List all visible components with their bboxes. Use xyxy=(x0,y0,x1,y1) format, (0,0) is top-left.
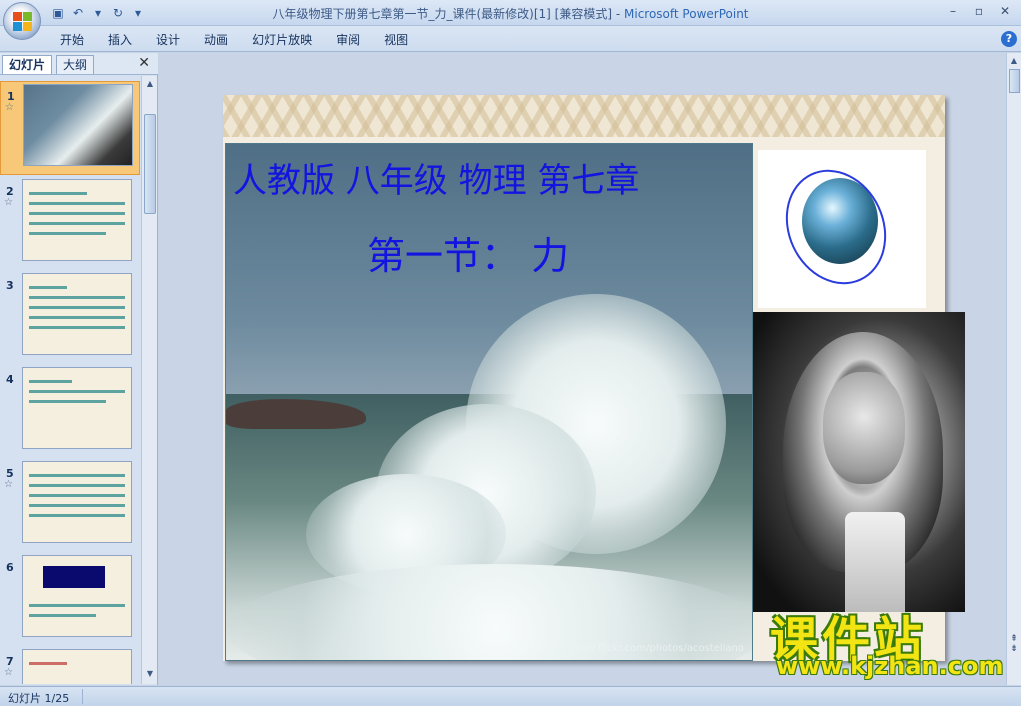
title-bar: ▣ ↶ ▾ ↻ ▾ 八年级物理下册第七章第一节_力_课件(最新修改)[1] [兼… xyxy=(0,0,1021,26)
portrait-collar xyxy=(845,512,905,612)
ribbon: 开始 插入 设计 动画 幻灯片放映 审阅 视图 ? xyxy=(0,26,1021,52)
tab-view[interactable]: 视图 xyxy=(372,31,420,49)
thumbnail-list: 1 ☆ 2 ☆ 3 4 5 ☆ 6 7 ☆ xyxy=(0,76,140,684)
tab-review[interactable]: 审阅 xyxy=(324,31,372,49)
scroll-up-arrow-icon[interactable]: ▲ xyxy=(144,78,156,90)
slide-thumbnail-4[interactable]: 4 xyxy=(0,365,140,459)
prev-slide-icon[interactable]: ⇞ xyxy=(1008,634,1020,644)
slide-thumbnail-5[interactable]: 5 ☆ xyxy=(0,459,140,553)
scroll-up-arrow-icon[interactable]: ▲ xyxy=(1008,55,1020,67)
thumbnail-image xyxy=(22,461,132,543)
next-slide-icon[interactable]: ⇟ xyxy=(1008,644,1020,654)
scrollbar-thumb[interactable] xyxy=(1009,69,1020,93)
slides-pane: 幻灯片 大纲 ✕ 1 ☆ 2 ☆ 3 4 5 ☆ 6 7 ☆ ▲ ▼ xyxy=(0,53,158,685)
slide-scrollbar[interactable]: ▲ xyxy=(1006,53,1021,685)
close-pane-icon[interactable]: ✕ xyxy=(138,55,150,71)
slide-thumbnail-6[interactable]: 6 xyxy=(0,553,140,647)
restore-button[interactable]: ▫ xyxy=(967,2,991,20)
slide-thumbnail-1[interactable]: 1 ☆ xyxy=(0,81,140,175)
slide-counter: 幻灯片 1/25 xyxy=(8,692,70,705)
scroll-down-arrow-icon[interactable]: ▼ xyxy=(144,668,156,680)
thumbnail-image xyxy=(22,367,132,449)
document-title: 八年级物理下册第七章第一节_力_课件(最新修改)[1] [兼容模式] - xyxy=(272,7,624,21)
thumbnail-scrollbar[interactable]: ▲ ▼ xyxy=(141,76,157,684)
thumbnail-image xyxy=(23,84,133,166)
logo-url: www.kjzhan.com xyxy=(776,652,1004,680)
close-button[interactable]: ✕ xyxy=(993,2,1017,20)
thumbnail-number: 6 xyxy=(6,561,14,574)
help-icon[interactable]: ? xyxy=(1001,31,1017,47)
thumbnail-picture xyxy=(43,566,105,588)
slide-thumbnail-2[interactable]: 2 ☆ xyxy=(0,177,140,271)
window-title: 八年级物理下册第七章第一节_力_课件(最新修改)[1] [兼容模式] - Mic… xyxy=(0,5,1021,22)
thumbnail-image xyxy=(22,649,132,684)
office-logo-icon xyxy=(13,12,33,32)
kjzhan-logo: 课件站 www.kjzhan.com xyxy=(770,600,1004,686)
newton-portrait[interactable] xyxy=(753,312,965,612)
slide-thumbnail-3[interactable]: 3 xyxy=(0,271,140,365)
scrollbar-thumb[interactable] xyxy=(144,114,156,214)
decorative-border xyxy=(223,95,945,137)
tab-insert[interactable]: 插入 xyxy=(96,31,144,49)
globe-picture[interactable] xyxy=(758,150,926,308)
tab-slideshow[interactable]: 幻灯片放映 xyxy=(240,31,324,49)
tab-outline[interactable]: 大纲 xyxy=(56,55,95,74)
animation-star-icon: ☆ xyxy=(4,667,13,678)
app-name: Microsoft PowerPoint xyxy=(624,7,749,21)
animation-star-icon: ☆ xyxy=(4,197,13,208)
portrait-face xyxy=(823,372,905,484)
slide-title[interactable]: 人教版 八年级 物理 第七章 xyxy=(233,153,639,202)
thumbnail-number: 4 xyxy=(6,373,14,386)
tab-animations[interactable]: 动画 xyxy=(192,31,240,49)
tab-design[interactable]: 设计 xyxy=(144,31,192,49)
slide-nav-arrows[interactable]: ⇞ ⇟ xyxy=(1008,634,1020,674)
thumbnail-image xyxy=(22,273,132,355)
animation-star-icon: ☆ xyxy=(5,102,14,113)
thumbnail-number: 3 xyxy=(6,279,14,292)
pane-tabs: 幻灯片 大纲 ✕ xyxy=(0,53,158,75)
orbit-ring xyxy=(767,153,905,301)
status-bar: 幻灯片 1/25 xyxy=(0,686,1021,706)
window-controls: – ▫ ✕ xyxy=(941,2,1017,20)
status-divider xyxy=(82,689,83,704)
tab-slides[interactable]: 幻灯片 xyxy=(2,55,53,74)
tab-home[interactable]: 开始 xyxy=(48,31,96,49)
ribbon-tabs: 开始 插入 设计 动画 幻灯片放映 审阅 视图 xyxy=(48,31,420,49)
minimize-button[interactable]: – xyxy=(941,2,965,20)
slide-subtitle[interactable]: 第一节： 力 xyxy=(367,225,569,280)
office-button[interactable] xyxy=(3,2,41,40)
thumbnail-image xyxy=(22,179,132,261)
slide-thumbnail-7[interactable]: 7 ☆ xyxy=(0,647,140,684)
wave-photo: www.flickr.com/photos/acostellano xyxy=(225,143,753,661)
photo-credit: www.flickr.com/photos/acostellano xyxy=(571,643,744,654)
animation-star-icon: ☆ xyxy=(4,479,13,490)
thumbnail-image xyxy=(22,555,132,637)
